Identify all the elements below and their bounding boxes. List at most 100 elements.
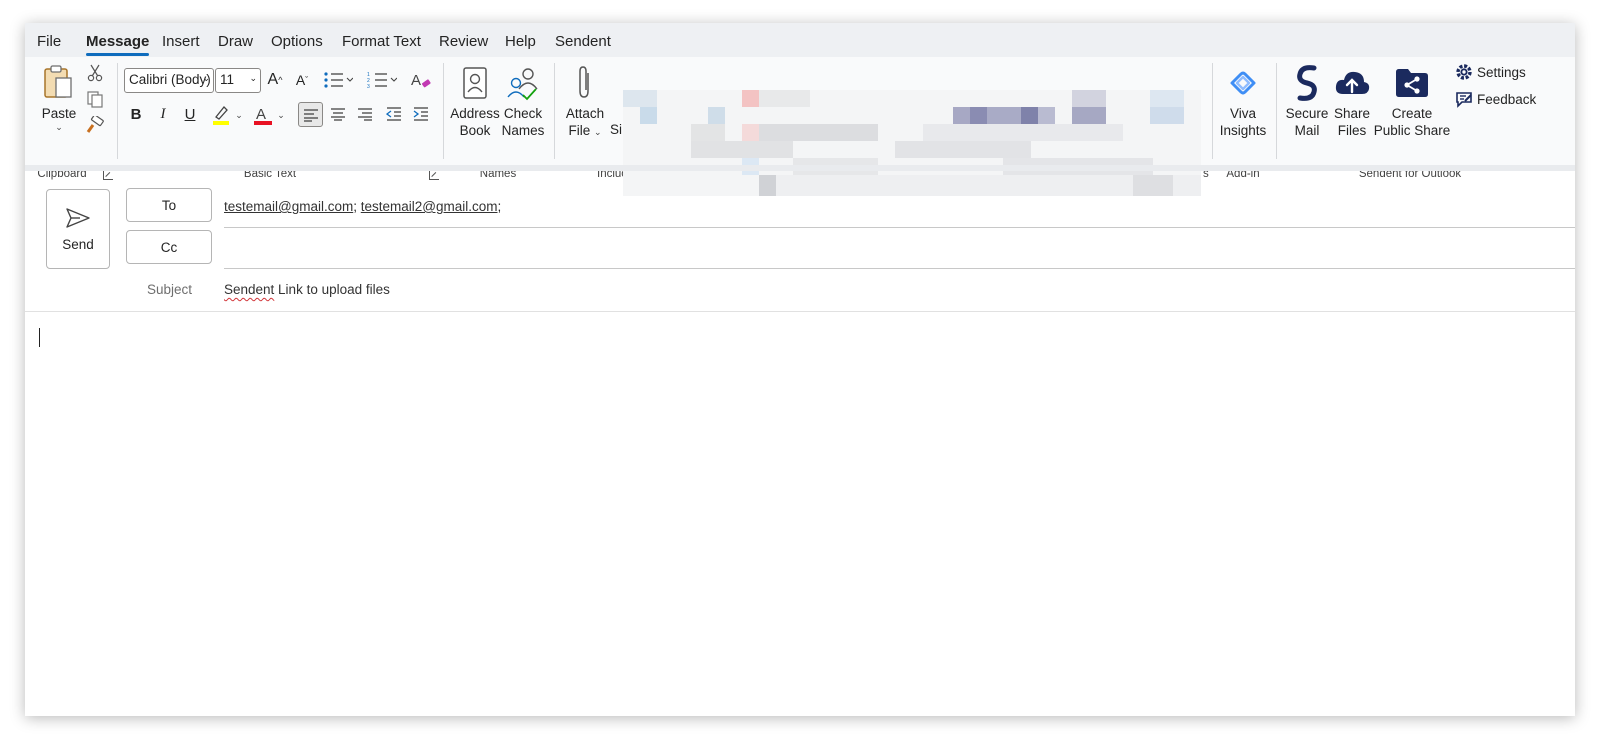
align-right-icon[interactable] — [354, 103, 376, 125]
tab-message[interactable]: Message — [86, 33, 150, 56]
share-files-button[interactable]: Share Files — [1332, 61, 1372, 139]
clear-formatting-icon[interactable]: A — [410, 69, 432, 91]
viva-insights-icon — [1226, 61, 1260, 105]
message-body[interactable] — [25, 312, 1575, 716]
recipient-separator: ; — [353, 199, 361, 214]
address-book-icon — [461, 61, 489, 105]
decrease-indent-icon[interactable] — [383, 103, 405, 125]
outlook-compose-window: File Message Insert Draw Options Format … — [25, 23, 1575, 716]
viva-insights-button[interactable]: Viva Insights — [1219, 61, 1267, 139]
address-book-label-2: Book — [459, 123, 491, 138]
increase-indent-icon[interactable] — [410, 103, 432, 125]
gear-icon — [1456, 64, 1472, 80]
chevron-down-icon[interactable]: ⌄ — [233, 107, 245, 123]
viva-insights-label-2: Insights — [1219, 123, 1267, 138]
tab-file[interactable]: File — [37, 33, 61, 50]
chevron-down-icon: ⌄ — [249, 73, 257, 83]
cloud-upload-icon — [1334, 61, 1370, 105]
paste-label: Paste — [41, 106, 77, 121]
basic-text-launcher-icon[interactable] — [429, 170, 439, 180]
share-files-label-1: Share — [1333, 106, 1371, 121]
tab-insert[interactable]: Insert — [162, 33, 200, 50]
send-label: Send — [62, 236, 94, 252]
svg-text:A: A — [411, 72, 421, 89]
svg-text:A: A — [256, 106, 266, 123]
create-public-share-label-2: Public Share — [1373, 123, 1451, 138]
share-files-label-2: Files — [1337, 123, 1367, 138]
attach-file-label-text: File — [568, 123, 591, 138]
subject-text: Link to upload files — [274, 282, 390, 297]
send-button[interactable]: Send — [46, 189, 110, 269]
cut-icon[interactable] — [85, 63, 105, 83]
secure-mail-button[interactable]: Secure Mail — [1285, 61, 1329, 139]
recipient-chip[interactable]: testemail@gmail.com — [224, 199, 353, 214]
tab-review[interactable]: Review — [439, 33, 488, 50]
settings-button[interactable]: Settings — [1455, 63, 1526, 81]
group-divider — [117, 63, 118, 159]
obscured-ribbon-region — [623, 90, 1201, 196]
subject-input[interactable]: Sendent Link to upload files — [224, 282, 390, 297]
align-center-icon[interactable] — [327, 103, 349, 125]
highlight-icon[interactable] — [209, 103, 233, 127]
ribbon: Paste ⌄ Clipboard Calibri (Body) ⌄ 11 ⌄ … — [25, 57, 1575, 196]
feedback-button[interactable]: Feedback — [1455, 90, 1536, 108]
font-name-combo[interactable]: Calibri (Body) ⌄ — [124, 68, 214, 93]
attach-file-button[interactable]: Attach File ⌄ — [563, 61, 607, 141]
menu-bar: File Message Insert Draw Options Format … — [25, 23, 1575, 57]
to-button[interactable]: To — [126, 188, 212, 222]
recipient-chip[interactable]: testemail2@gmail.com — [361, 199, 498, 214]
svg-text:3: 3 — [367, 84, 370, 89]
chevron-down-icon: ⌄ — [55, 122, 63, 132]
bold-button[interactable]: B — [125, 102, 147, 126]
paste-icon — [42, 61, 76, 105]
chevron-down-icon: ⌄ — [593, 127, 602, 137]
to-label: To — [161, 197, 177, 213]
attach-file-label-2: File ⌄ — [568, 122, 601, 141]
create-public-share-button[interactable]: Create Public Share — [1373, 61, 1451, 139]
group-divider — [1276, 63, 1277, 159]
group-divider — [1212, 63, 1213, 159]
tab-sendent[interactable]: Sendent — [555, 33, 611, 50]
font-size-value: 11 — [220, 72, 235, 87]
check-names-button[interactable]: Check Names — [501, 61, 545, 139]
font-color-icon[interactable]: A — [251, 103, 275, 127]
group-divider — [554, 63, 555, 159]
tab-help[interactable]: Help — [505, 33, 536, 50]
to-field-underline — [224, 227, 1575, 228]
recipient-separator: ; — [497, 199, 502, 214]
tab-format-text[interactable]: Format Text — [342, 33, 421, 50]
secure-mail-icon — [1292, 61, 1322, 105]
cc-input[interactable] — [224, 233, 1575, 267]
paperclip-icon — [576, 61, 594, 105]
chevron-down-icon[interactable]: ⌄ — [275, 107, 287, 123]
font-size-combo[interactable]: 11 ⌄ — [215, 68, 261, 93]
check-names-label-1: Check — [503, 106, 543, 121]
secure-mail-label-2: Mail — [1294, 123, 1320, 138]
check-names-label-2: Names — [501, 123, 545, 138]
subject-label: Subject — [147, 282, 193, 297]
settings-label: Settings — [1477, 64, 1526, 80]
text-cursor — [39, 328, 40, 347]
tab-options[interactable]: Options — [271, 33, 323, 50]
to-recipients-field[interactable]: testemail@gmail.com; testemail2@gmail.co… — [224, 199, 501, 214]
tab-draw[interactable]: Draw — [218, 33, 253, 50]
create-public-share-label-1: Create — [1391, 106, 1433, 121]
underline-button[interactable]: U — [179, 102, 201, 126]
format-painter-icon[interactable] — [85, 115, 105, 135]
grow-font-icon[interactable]: A ^ — [264, 68, 286, 92]
italic-button[interactable]: I — [152, 102, 174, 126]
copy-icon[interactable] — [85, 89, 105, 109]
viva-insights-label-1: Viva — [1229, 106, 1257, 121]
shrink-font-icon[interactable]: Aˇ — [291, 68, 313, 92]
clipboard-launcher-icon[interactable] — [103, 170, 113, 180]
cc-button[interactable]: Cc — [126, 230, 212, 264]
align-left-icon[interactable] — [298, 102, 323, 127]
address-book-button[interactable]: Address Book — [450, 61, 500, 139]
secure-mail-label-1: Secure — [1285, 106, 1329, 121]
bullets-icon[interactable] — [321, 69, 355, 91]
numbering-icon[interactable]: 123 — [365, 69, 399, 91]
folder-share-icon — [1394, 61, 1430, 105]
send-icon — [66, 207, 90, 228]
paste-button[interactable]: Paste ⌄ — [39, 61, 79, 133]
subject-misspelled-word: Sendent — [224, 282, 275, 297]
